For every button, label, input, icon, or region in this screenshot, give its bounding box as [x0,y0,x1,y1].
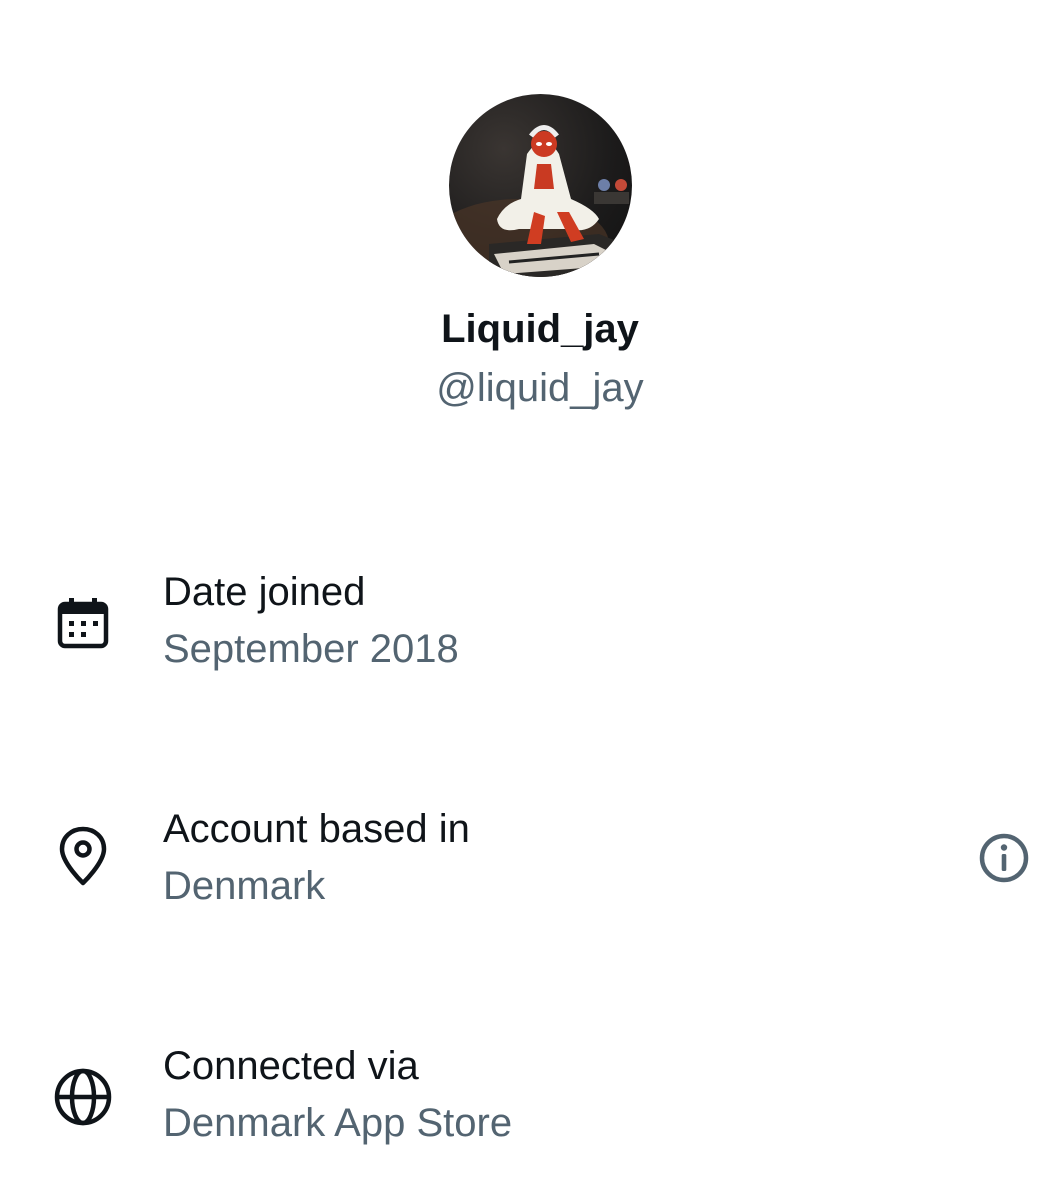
date-joined-label: Date joined [163,570,366,614]
account-location-row: Account based in Denmark [0,805,1047,915]
display-name: Liquid_jay [441,307,639,351]
connected-via-value: Denmark App Store [163,1101,513,1145]
connected-via-label: Connected via [163,1044,419,1088]
connected-via-row: Connected via Denmark App Store [0,1042,1047,1152]
account-location-value: Denmark [163,864,326,908]
date-joined-value: September 2018 [163,627,459,671]
globe-icon [50,1064,116,1130]
avatar-image [449,125,629,277]
location-pin-icon [50,823,116,889]
username-handle: @liquid_jay [436,366,644,410]
calendar-icon [50,590,116,656]
date-joined-row: Date joined September 2018 [0,568,1047,678]
account-location-label: Account based in [163,807,470,851]
info-icon[interactable] [974,828,1034,888]
profile-avatar[interactable] [449,94,632,277]
